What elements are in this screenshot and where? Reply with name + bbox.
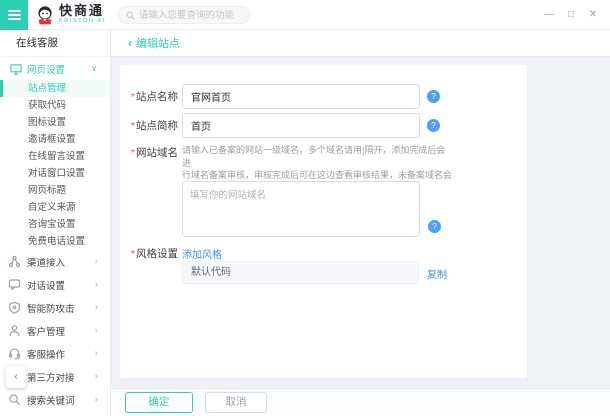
sidebar-item-label: 渠道接入 (27, 255, 65, 269)
maximize-button[interactable]: □ (560, 0, 582, 30)
sidebar-item-agent-operations[interactable]: 客服操作 › (0, 342, 110, 365)
required-mark: * (131, 248, 135, 260)
sidebar-item-channel-access[interactable]: 渠道接入 › (0, 250, 110, 273)
sidebar-item-label: 客户管理 (27, 324, 65, 338)
chevron-right-icon: › (95, 256, 98, 267)
cancel-button[interactable]: 取消 (205, 392, 267, 413)
sidebar-item-label: 对话窗口设置 (28, 168, 85, 179)
chat-bubble-icon (8, 278, 21, 291)
sidebar-item-custom-source[interactable]: 自定义来源 (0, 199, 110, 216)
sidebar-item-label: 对话设置 (27, 278, 65, 292)
sidebar-item-label: 咨询宝设置 (28, 219, 76, 230)
sidebar-item-label: 站点管理 (28, 83, 66, 94)
sidebar-collapse-button[interactable]: ‹ (6, 366, 26, 388)
chevron-left-icon: ‹ (14, 371, 18, 383)
sidebar-item-web-settings[interactable]: 网页设置 ∨ (0, 57, 110, 80)
add-style-link[interactable]: 添加风格 (182, 246, 222, 261)
main-area: *站点名称 ? *站点简称 ? *网站域名 请输入已备案的网站一级域名，多个域名… (111, 57, 610, 388)
window-controls: — □ ✕ (538, 0, 604, 30)
sidebar-item-label: 网页标题 (28, 185, 66, 196)
sidebar-item-label: 网页设置 (27, 62, 65, 76)
sidebar-item-search-keywords[interactable]: 搜索关键词 › (0, 388, 110, 411)
form-footer: 确定 取消 (111, 388, 610, 416)
site-name-input[interactable] (182, 84, 420, 109)
domain-label: *网站域名 (120, 145, 178, 160)
sidebar-item-label: 免费电话设置 (28, 236, 85, 247)
topbar: 快商通 KRISTON AI — □ ✕ (0, 0, 610, 30)
edit-site-form-card: *站点名称 ? *站点简称 ? *网站域名 请输入已备案的网站一级域名，多个域名… (120, 65, 527, 378)
share-nodes-icon (8, 255, 21, 268)
sidebar-item-free-call[interactable]: 免费电话设置 (0, 233, 110, 250)
search-icon (126, 11, 135, 20)
hamburger-menu-button[interactable] (0, 0, 28, 30)
search-input[interactable] (139, 10, 242, 21)
sidebar-item-label: 自定义来源 (28, 202, 76, 213)
headset-icon (8, 347, 21, 360)
global-search[interactable] (118, 6, 250, 24)
domain-textarea[interactable] (182, 181, 420, 237)
site-name-label: *站点名称 (120, 89, 178, 104)
sidebar-item-label: 在线留言设置 (28, 151, 85, 162)
sidebar-item-online-message[interactable]: 在线留言设置 (0, 148, 110, 165)
sidebar-title: 在线客服 (0, 30, 110, 57)
chevron-right-icon: › (95, 302, 98, 313)
chevron-down-icon: ∨ (91, 64, 97, 73)
required-mark: * (131, 120, 135, 132)
chevron-right-icon: › (95, 348, 98, 359)
site-alias-label: *站点简称 (120, 118, 178, 133)
confirm-button[interactable]: 确定 (125, 392, 193, 413)
sidebar-item-page-title[interactable]: 网页标题 (0, 182, 110, 199)
hamburger-icon (8, 10, 21, 12)
back-chevron-icon[interactable]: ‹ (128, 36, 132, 50)
logo-subtitle: KRISTON AI (59, 18, 106, 25)
sidebar-item-anti-attack[interactable]: 智能防攻击 › (0, 296, 110, 319)
sidebar-item-label: 获取代码 (28, 100, 66, 111)
shield-icon (8, 301, 21, 314)
sidebar-item-customer-management[interactable]: 客户管理 › (0, 319, 110, 342)
help-icon[interactable]: ? (427, 119, 440, 132)
sidebar-item-label: 邀请框设置 (28, 134, 76, 145)
sidebar-item-label: 第三方对接 (27, 370, 75, 384)
required-mark: * (131, 91, 135, 103)
sidebar-item-label: 智能防攻击 (27, 301, 75, 315)
minimize-button[interactable]: — (538, 0, 560, 30)
sidebar-item-chat-window[interactable]: 对话窗口设置 (0, 165, 110, 182)
copy-link[interactable]: 复制 (427, 266, 447, 281)
help-icon[interactable]: ? (427, 90, 440, 103)
chevron-right-icon: › (95, 279, 98, 290)
sidebar-item-icon-settings[interactable]: 图标设置 (0, 114, 110, 131)
sidebar-item-zixunbao[interactable]: 咨询宝设置 (0, 216, 110, 233)
style-settings-label: *风格设置 (120, 246, 178, 261)
sidebar-item-invite-box[interactable]: 邀请框设置 (0, 131, 110, 148)
active-indicator (0, 80, 3, 97)
monitor-icon (10, 63, 22, 75)
required-mark: * (131, 147, 135, 159)
mascot-icon (35, 5, 55, 25)
sidebar-item-label: 图标设置 (28, 117, 66, 128)
close-button[interactable]: ✕ (582, 0, 604, 30)
sidebar: 在线客服 网页设置 ∨ 站点管理 获取代码 图标设置 邀请框设置 在线留言设置 … (0, 30, 111, 416)
page-header: ‹ 编辑站点 (111, 30, 610, 57)
default-code-box: 默认代码 (182, 261, 419, 284)
help-icon[interactable]: ? (428, 220, 441, 233)
chevron-right-icon: › (95, 394, 98, 405)
person-icon (8, 324, 21, 337)
chevron-right-icon: › (95, 325, 98, 336)
magnifier-icon (8, 393, 21, 406)
sidebar-item-site-management[interactable]: 站点管理 (0, 80, 110, 97)
logo-title: 快商通 (59, 4, 106, 18)
sidebar-item-get-code[interactable]: 获取代码 (0, 97, 110, 114)
page-title: 编辑站点 (136, 35, 180, 51)
sidebar-item-label: 搜索关键词 (27, 393, 75, 407)
sidebar-item-label: 客服操作 (27, 347, 65, 361)
chevron-right-icon: › (95, 371, 98, 382)
sidebar-item-chat-settings[interactable]: 对话设置 › (0, 273, 110, 296)
site-alias-input[interactable] (182, 113, 420, 138)
app-logo: 快商通 KRISTON AI (35, 4, 106, 25)
